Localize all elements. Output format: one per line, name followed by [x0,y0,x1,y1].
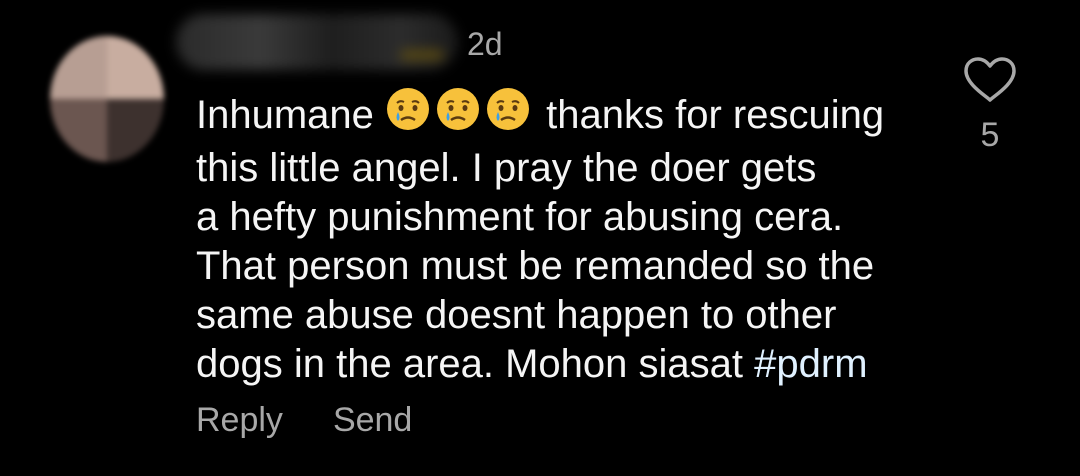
comment-text-segment: Inhumane [196,93,374,137]
comment-line: this little angel. I pray the doer gets [196,146,817,190]
crying-face-emoji-icon [435,86,481,144]
comment: 2d Inhumane thanks for rescuing this lit… [0,0,1080,476]
reply-button[interactable]: Reply [196,400,283,440]
comment-line: same abuse doesnt happen to other [196,293,837,337]
comment-actions: Reply Send [196,400,412,440]
crying-face-emoji-icon [485,86,531,144]
comment-line: That person must be remanded so the [196,244,875,288]
username-blurred[interactable] [176,14,458,70]
comment-text: Inhumane thanks for rescuing this little… [196,86,936,389]
comment-line: dogs in the area. Mohon siasat #pdrm [196,340,936,389]
crying-face-emoji-icon [385,86,431,144]
like-count: 5 [980,116,1000,154]
hashtag-link[interactable]: #pdrm [754,342,867,386]
comment-timestamp: 2d [467,26,503,62]
heart-outline-icon[interactable] [962,56,1018,104]
comment-line: Inhumane thanks for rescuing [196,86,936,144]
avatar[interactable] [50,36,164,162]
comment-line: a hefty punishment for abusing cera. [196,195,844,239]
send-button[interactable]: Send [333,400,412,440]
comment-text-segment: thanks for rescuing [546,93,885,137]
comment-text-segment: dogs in the area. Mohon siasat [196,342,744,386]
